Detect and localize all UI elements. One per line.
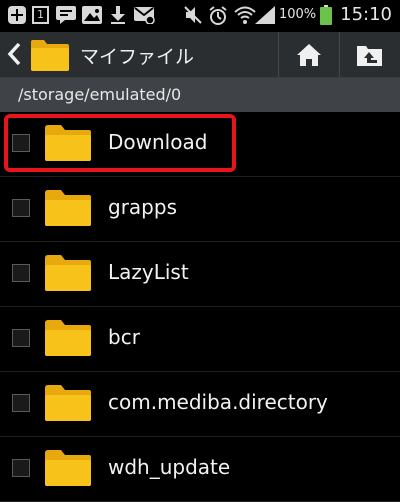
file-list: Download grapps LazyList bcr com.mediba.… <box>0 112 400 502</box>
list-item[interactable]: grapps <box>0 177 400 242</box>
checkbox[interactable] <box>12 199 30 217</box>
voicemail-icon <box>134 7 155 24</box>
chevron-left-icon[interactable] <box>6 41 22 67</box>
alarm-icon <box>209 6 227 25</box>
sim-badge: 1 <box>37 8 44 21</box>
file-name: grapps <box>108 195 177 219</box>
file-name: Download <box>108 130 208 154</box>
list-item[interactable]: com.mediba.directory <box>0 372 400 437</box>
checkbox[interactable] <box>12 459 30 477</box>
add-icon <box>8 6 26 24</box>
download-icon <box>111 6 125 24</box>
home-button[interactable] <box>279 32 339 77</box>
sim-1-icon: 1 <box>32 6 49 24</box>
folder-icon <box>45 385 91 421</box>
file-name: LazyList <box>108 260 189 284</box>
list-item[interactable]: Download <box>0 112 400 177</box>
folder-icon <box>31 40 69 71</box>
folder-icon <box>45 255 91 291</box>
action-bar: マイファイル <box>0 32 400 78</box>
folder-icon <box>45 190 91 226</box>
file-name: com.mediba.directory <box>108 390 328 414</box>
checkbox[interactable] <box>12 264 30 282</box>
checkbox[interactable] <box>12 329 30 347</box>
file-name: bcr <box>108 325 140 349</box>
image-icon <box>82 6 102 24</box>
folder-icon <box>45 450 91 486</box>
home-icon <box>297 43 321 66</box>
list-item[interactable]: wdh_update <box>0 437 400 502</box>
folder-icon <box>45 125 91 161</box>
folder-icon <box>45 320 91 356</box>
file-name: wdh_update <box>108 455 231 479</box>
signal-icon <box>254 5 275 24</box>
checkbox[interactable] <box>12 394 30 412</box>
folder-up-icon <box>357 45 382 66</box>
status-right: 100% 15:10 <box>254 4 392 25</box>
wifi-icon <box>234 6 256 24</box>
checkbox[interactable] <box>12 134 30 152</box>
folder-up-button[interactable] <box>340 32 400 77</box>
list-item[interactable]: bcr <box>0 307 400 372</box>
sms-icon <box>56 6 76 24</box>
page-title: マイファイル <box>80 46 195 68</box>
status-bar: 1 100% 15:10 <box>0 0 400 32</box>
clock: 15:10 <box>340 4 392 25</box>
current-path: /storage/emulated/0 <box>18 85 182 104</box>
breadcrumb: /storage/emulated/0 <box>0 78 400 112</box>
list-item[interactable]: LazyList <box>0 242 400 307</box>
mute-icon <box>184 6 202 24</box>
battery-icon <box>320 4 333 25</box>
battery-percent: 100% <box>278 7 317 22</box>
